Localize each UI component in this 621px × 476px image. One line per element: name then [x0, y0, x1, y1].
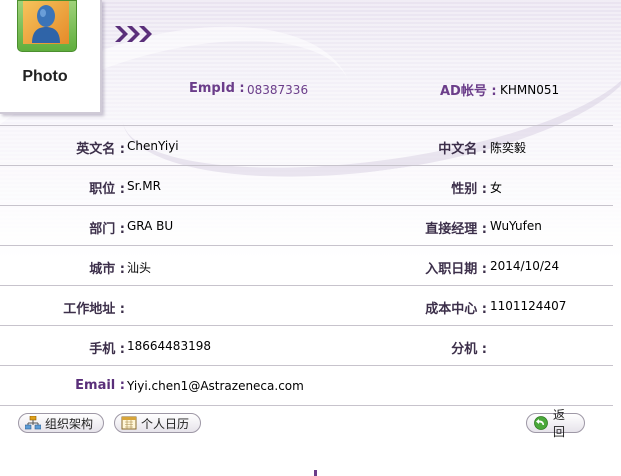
mobile-value: 18664483198 [127, 339, 211, 353]
department-value: GRA BU [127, 219, 174, 233]
triple-chevron-right-icon [115, 25, 155, 46]
extension-label: 分机 : [451, 342, 487, 357]
empid-value: 08387336 [247, 83, 309, 97]
gender-value: 女 [490, 181, 503, 195]
photo-label: Photo [22, 68, 68, 85]
org-structure-button-label: 组织架构 [45, 416, 94, 431]
ad-account-value: KHMN051 [500, 83, 560, 97]
scroll-indicator [314, 470, 317, 476]
info-row-name: 英文名 : ChenYiyi 中文名 : 陈奕毅 [0, 125, 613, 166]
table-bottom-border [0, 405, 613, 406]
info-row-address: 工作地址 : 成本中心 : 1101124407 [0, 285, 613, 326]
manager-value: WuYufen [490, 219, 542, 233]
info-row-phone: 手机 : 18664483198 分机 : [0, 325, 613, 366]
info-row-email: Email : Yiyi.chen1@Astrazeneca.com [0, 365, 613, 406]
back-arrow-icon [533, 416, 549, 430]
cost-center-label: 成本中心 : [425, 302, 487, 317]
org-structure-button[interactable]: 组织架构 [18, 413, 104, 433]
chinese-name-label: 中文名 : [438, 142, 487, 157]
gender-label: 性别 : [451, 182, 487, 197]
manager-label: 直接经理 : [425, 222, 487, 237]
personal-calendar-button[interactable]: 个人日历 [114, 413, 201, 433]
person-photo-icon [23, 1, 69, 44]
personal-calendar-button-label: 个人日历 [141, 416, 190, 431]
city-label: 城市 : [89, 262, 125, 277]
info-row-city: 城市 : 汕头 入职日期 : 2014/10/24 [0, 245, 613, 286]
department-label: 部门 : [89, 222, 125, 237]
email-link[interactable]: Yiyi.chen1@Astrazeneca.com [127, 379, 304, 393]
position-value: Sr.MR [127, 179, 161, 193]
hire-date-value: 2014/10/24 [490, 259, 560, 273]
back-button-label: 返回 [553, 408, 566, 439]
back-button[interactable]: 返回 [526, 408, 585, 439]
cost-center-value: 1101124407 [490, 299, 567, 313]
hire-date-label: 入职日期 : [425, 262, 487, 277]
ad-account-label: AD帐号 : [440, 84, 497, 99]
photo-frame [17, 0, 77, 52]
calendar-icon [121, 416, 137, 430]
position-label: 职位 : [89, 182, 125, 197]
empid-label: EmpId : [189, 81, 245, 96]
city-value: 汕头 [127, 261, 152, 275]
work-address-label: 工作地址 : [63, 302, 125, 317]
english-name-label: 英文名 : [76, 142, 125, 157]
info-row-position: 职位 : Sr.MR 性别 : 女 [0, 165, 613, 206]
info-row-department: 部门 : GRA BU 直接经理 : WuYufen [0, 205, 613, 246]
photo-card: Photo [0, 0, 102, 114]
english-name-value: ChenYiyi [127, 139, 179, 153]
chinese-name-value: 陈奕毅 [490, 141, 527, 155]
org-chart-icon [24, 415, 42, 430]
email-label: Email : [75, 378, 125, 393]
mobile-label: 手机 : [89, 342, 125, 357]
